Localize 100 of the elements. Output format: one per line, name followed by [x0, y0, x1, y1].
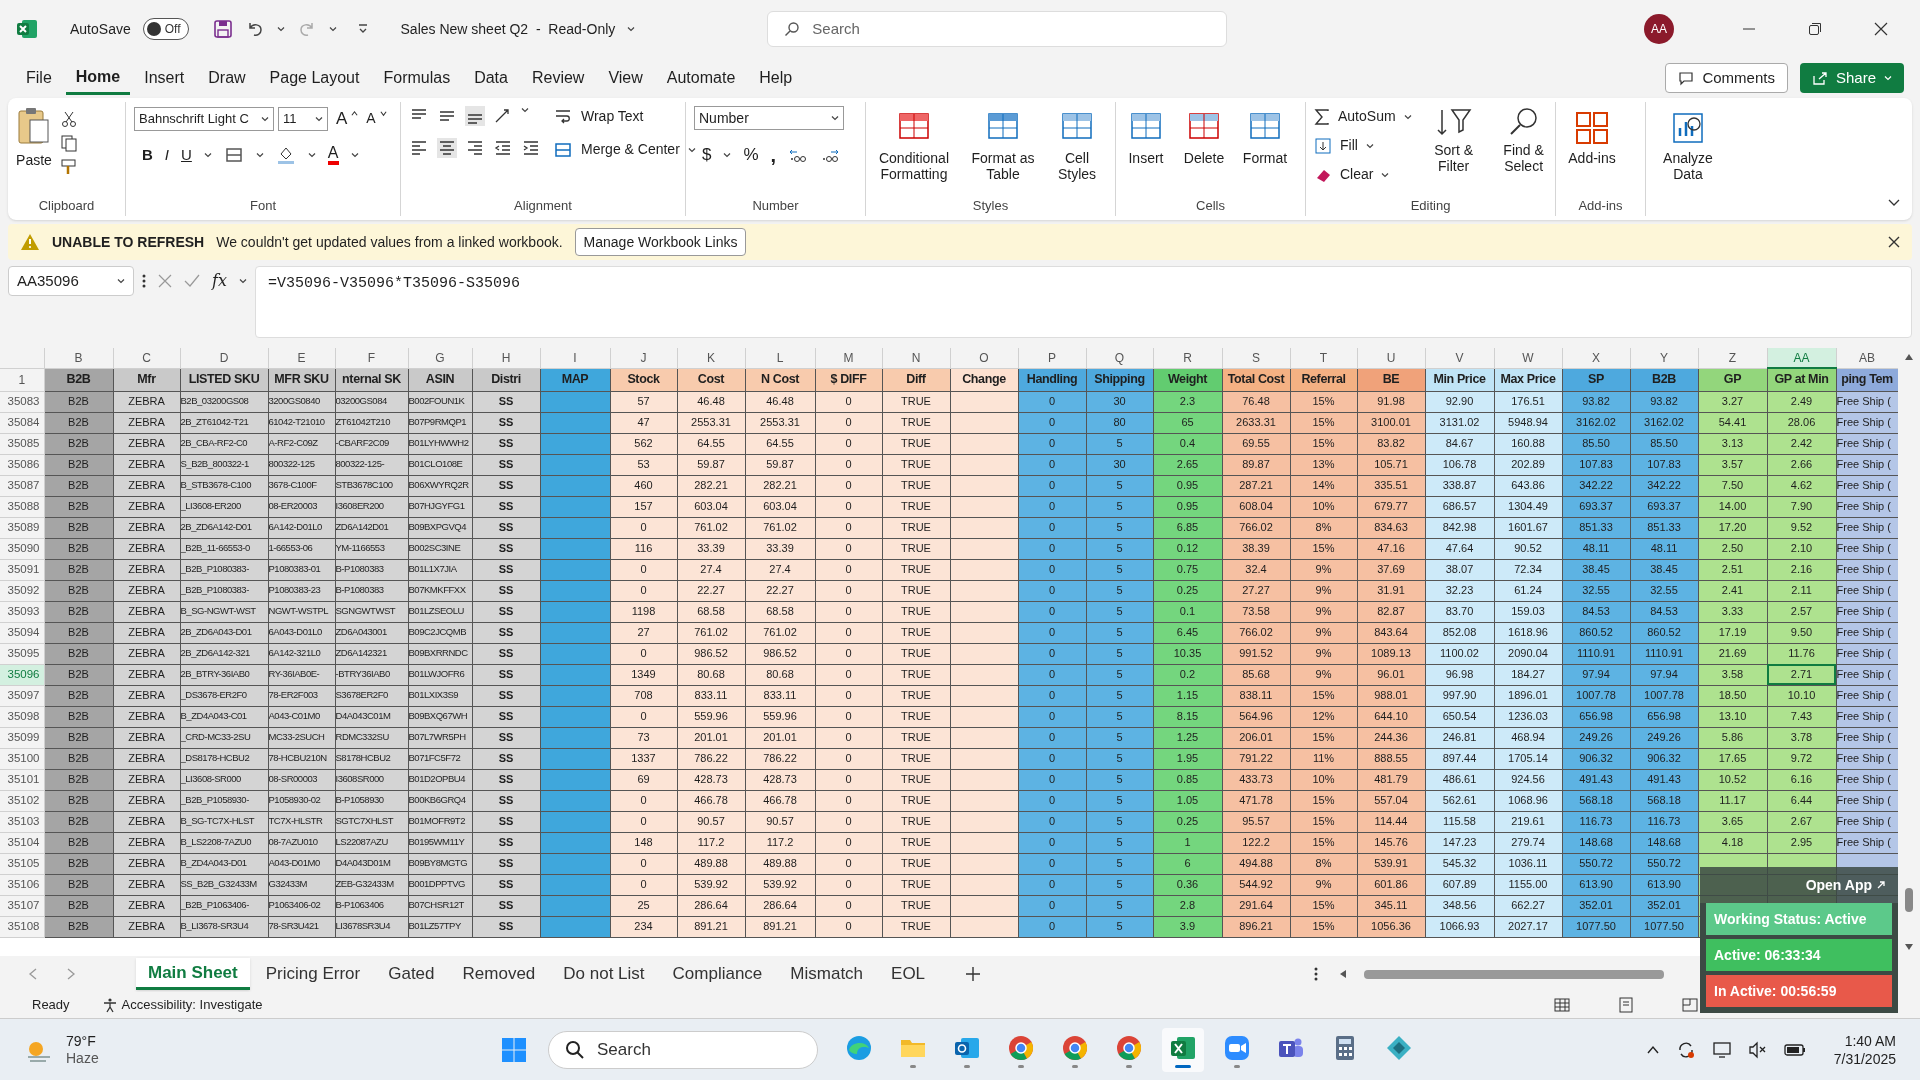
row-number: 35103	[0, 811, 44, 832]
column-letter[interactable]: W	[1494, 348, 1562, 368]
ribbon-tab[interactable]: Automate	[656, 61, 746, 95]
column-letter[interactable]: T	[1290, 348, 1357, 368]
decrease-font-size-button[interactable]: A	[362, 108, 380, 130]
ribbon-tab[interactable]: Help	[749, 61, 803, 95]
number-format-field[interactable]: Number	[694, 106, 844, 130]
row-number: 35094	[0, 622, 44, 643]
manage-workbook-links-button[interactable]: Manage Workbook Links	[574, 228, 747, 256]
column-letter[interactable]: V	[1425, 348, 1494, 368]
sheet-tab[interactable]: Do not List	[551, 958, 657, 990]
increase-font-size-button[interactable]: A	[332, 106, 352, 132]
share-button[interactable]: Share	[1799, 63, 1904, 93]
ribbon-tab[interactable]: Formulas	[373, 61, 461, 95]
column-letter[interactable]: P	[1018, 348, 1086, 368]
font-color-button[interactable]: A	[327, 144, 339, 165]
column-letter[interactable]: L	[745, 348, 815, 368]
search-field[interactable]: Search	[767, 11, 1228, 47]
font-size-field[interactable]: 11	[278, 106, 328, 131]
formula-field[interactable]: =V35096-V35096*T35096-S35096	[254, 266, 1912, 338]
row-number: 35092	[0, 580, 44, 601]
add-ins-button[interactable]: Add-ins	[1564, 110, 1620, 166]
ribbon-tab[interactable]: View	[598, 61, 653, 95]
column-letter[interactable]: R	[1153, 348, 1222, 368]
column-letter[interactable]: M	[815, 348, 882, 368]
delete-cells-button[interactable]: Delete	[1180, 110, 1228, 166]
merge-center-button[interactable]: Merge & Center	[553, 139, 696, 160]
open-app-button[interactable]: Open App	[1700, 867, 1898, 903]
name-box[interactable]: AA35096	[8, 266, 134, 296]
insert-cells-button[interactable]: Insert	[1124, 110, 1168, 166]
conditional-formatting-button[interactable]: Conditional Formatting	[874, 110, 954, 182]
column-letter[interactable]: AA	[1767, 348, 1836, 368]
insert-function-icon[interactable]: fx	[212, 269, 227, 293]
column-letter[interactable]: S	[1222, 348, 1290, 368]
column-letter[interactable]: G	[408, 348, 472, 368]
clear-button[interactable]: Clear	[1314, 164, 1412, 185]
sort-filter-button[interactable]: Sort & Filter	[1427, 106, 1480, 185]
column-letter[interactable]: Y	[1630, 348, 1698, 368]
column-letter[interactable]: K	[677, 348, 745, 368]
autosave-toggle[interactable]: Off	[142, 18, 189, 40]
ribbon-tab[interactable]: Review	[521, 61, 595, 95]
currency-button[interactable]: $	[702, 142, 712, 168]
underline-button[interactable]: U	[181, 143, 192, 166]
italic-button[interactable]: I	[164, 143, 169, 166]
message-text: We couldn't get updated values from a linked workbook.	[216, 232, 563, 252]
row-number: 35106	[0, 874, 44, 895]
user-avatar[interactable]: AA	[1644, 14, 1674, 44]
sheet-tab[interactable]: Main Sheet	[136, 958, 250, 990]
format-cells-button[interactable]: Format	[1240, 110, 1290, 166]
format-as-table-button[interactable]: Format as Table	[966, 110, 1040, 182]
sheet-tab[interactable]: Compliance	[660, 958, 775, 990]
column-letter[interactable]: H	[472, 348, 540, 368]
ribbon-tab[interactable]: Page Layout	[259, 61, 370, 95]
autosum-button[interactable]: AutoSum	[1314, 106, 1412, 127]
temperature-text: 79°F	[66, 1032, 97, 1050]
document-title[interactable]: Sales New sheet Q2 - Read-Only	[400, 18, 616, 40]
row-number: 35105	[0, 853, 44, 874]
column-letter[interactable]: U	[1357, 348, 1425, 368]
ribbon-tab[interactable]: Data	[464, 61, 518, 95]
column-letter[interactable]: J	[610, 348, 677, 368]
column-letter[interactable]: B	[44, 348, 113, 368]
column-letter[interactable]: O	[950, 348, 1018, 368]
percent-button[interactable]: %	[743, 142, 759, 168]
column-letter[interactable]: Q	[1086, 348, 1153, 368]
sheet-tab[interactable]: EOL	[879, 958, 938, 990]
cell-styles-button[interactable]: Cell Styles	[1052, 110, 1102, 182]
column-letter[interactable]: C	[113, 348, 180, 368]
ribbon-tab[interactable]: File	[16, 61, 62, 95]
find-select-button[interactable]: Find & Select	[1495, 106, 1552, 185]
group-label: Editing	[1410, 197, 1451, 216]
comments-button[interactable]: Comments	[1665, 63, 1788, 93]
active-time-banner: Active: 06:33:34	[1706, 939, 1892, 971]
sheet-tab[interactable]: Gated	[376, 958, 447, 990]
ribbon-tab[interactable]: Draw	[198, 61, 256, 95]
ribbon-tab[interactable]: Insert	[134, 61, 195, 95]
wrap-text-button[interactable]: Wrap Text	[553, 106, 696, 127]
column-letter[interactable]: F	[335, 348, 408, 368]
column-letter[interactable]: N	[882, 348, 950, 368]
column-letter[interactable]: E	[268, 348, 335, 368]
taskbar-search-field[interactable]: Search	[548, 1030, 818, 1069]
bold-button[interactable]: B	[142, 143, 153, 166]
sheet-tab[interactable]: Mismatch	[778, 958, 876, 990]
analyze-data-button[interactable]: Analyze Data	[1658, 110, 1718, 182]
font-name-field[interactable]: Bahnschrift Light C	[134, 106, 274, 131]
sheet-tab[interactable]: Pricing Error	[253, 958, 373, 990]
status-text: Ready	[32, 996, 70, 1015]
ribbon-tab[interactable]: Home	[65, 61, 131, 95]
column-letter[interactable]: X	[1562, 348, 1630, 368]
row-number: 35101	[0, 769, 44, 790]
column-letter[interactable]: I	[540, 348, 610, 368]
sheet-tab[interactable]: Removed	[450, 958, 548, 990]
paste-button[interactable]: Paste	[16, 106, 52, 176]
column-letter[interactable]: D	[180, 348, 268, 368]
column-letter[interactable]: AB	[1836, 348, 1898, 368]
column-letter[interactable]: Z	[1698, 348, 1767, 368]
table-cell[interactable]: 2.71	[1767, 664, 1836, 685]
clock-time[interactable]: 1:40 AM	[1844, 1031, 1896, 1050]
clock-date[interactable]: 7/31/2025	[1833, 1049, 1896, 1068]
fill-button[interactable]: Fill	[1314, 135, 1412, 156]
accessibility-button[interactable]: Accessibility: Investigate	[101, 995, 263, 1015]
